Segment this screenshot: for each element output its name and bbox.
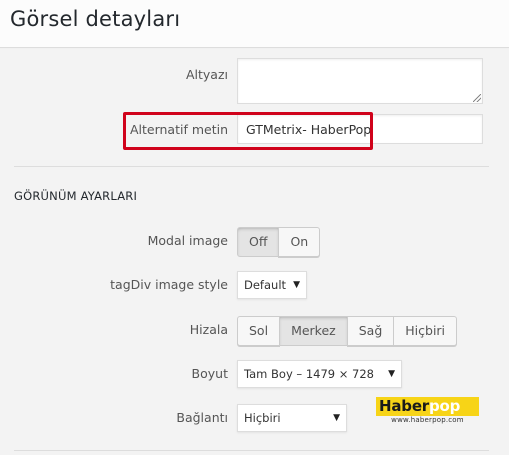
image-style-label: tagDiv image style <box>110 277 228 292</box>
align-button-group: Sol Merkez Sağ Hiçbiri <box>237 316 458 346</box>
chevron-down-icon: ▼ <box>333 413 340 423</box>
link-label: Bağlantı <box>176 410 228 425</box>
link-select[interactable]: Hiçbiri ▼ <box>237 404 347 432</box>
link-value: Hiçbiri <box>244 411 281 425</box>
align-none-button[interactable]: Hiçbiri <box>393 316 458 346</box>
logo-url: www.haberpop.com <box>391 416 464 424</box>
size-label: Boyut <box>191 366 228 381</box>
align-right-button[interactable]: Sağ <box>346 316 395 346</box>
modal-on-button[interactable]: On <box>278 227 321 257</box>
image-style-select[interactable]: Default ▼ <box>237 271 307 299</box>
size-select[interactable]: Tam Boy – 1479 × 728 ▼ <box>237 360 402 388</box>
modal-off-button[interactable]: Off <box>237 227 280 257</box>
page-title: Görsel detayları <box>10 7 181 31</box>
chevron-down-icon: ▼ <box>293 280 300 290</box>
align-left-button[interactable]: Sol <box>237 316 281 346</box>
align-label: Hizala <box>189 322 228 337</box>
image-style-value: Default <box>244 278 287 292</box>
chevron-down-icon: ▼ <box>388 369 395 379</box>
panel-header: Görsel detayları <box>0 0 509 48</box>
resize-handle-icon[interactable] <box>473 94 481 102</box>
image-details-panel: Altyazı Alternatif metin GTMetrix- Haber… <box>0 49 509 455</box>
size-value: Tam Boy – 1479 × 728 <box>244 367 374 381</box>
caption-label: Altyazı <box>185 67 228 82</box>
modal-image-label: Modal image <box>147 233 228 248</box>
haberpop-logo: Haberpop www.haberpop.com <box>376 397 479 425</box>
highlight-box <box>123 112 373 150</box>
logo-wordmark: Haberpop <box>376 397 479 416</box>
modal-image-toggle: Off On <box>237 227 321 257</box>
section-title: GÖRÜNÜM AYARLARI <box>14 189 138 203</box>
divider <box>14 450 489 451</box>
divider <box>14 166 489 167</box>
align-center-button[interactable]: Merkez <box>279 316 348 346</box>
caption-textarea[interactable] <box>237 58 483 104</box>
